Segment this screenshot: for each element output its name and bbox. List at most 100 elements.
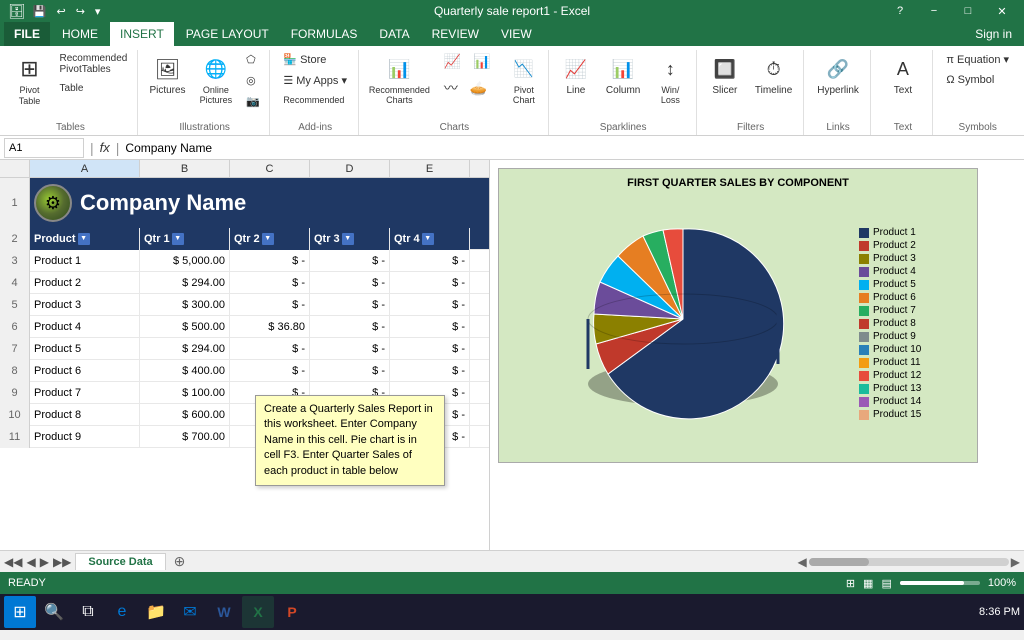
cell-qtr3-4[interactable]: $ - (310, 272, 390, 294)
scroll-thumb[interactable] (809, 558, 869, 566)
row-7[interactable]: 7 Product 5 $ 294.00 $ - $ - $ - (0, 338, 489, 360)
tab-insert[interactable]: INSERT (110, 22, 174, 46)
cell-qtr2-6[interactable]: $ 36.80 (230, 316, 310, 338)
header-qtr4[interactable]: Qtr 4 ▼ (390, 228, 470, 250)
cell-qtr2-7[interactable]: $ - (230, 338, 310, 360)
tab-view[interactable]: VIEW (491, 22, 542, 46)
view-normal[interactable]: ⊞ (846, 577, 855, 590)
tab-review[interactable]: REVIEW (422, 22, 489, 46)
cell-qtr4-7[interactable]: $ - (390, 338, 470, 360)
customize-btn[interactable]: ▾ (92, 3, 104, 20)
cell-product-7[interactable]: Product 5 (30, 338, 140, 360)
hyperlink-btn[interactable]: 🔗 Hyperlink (812, 50, 864, 99)
tab-formulas[interactable]: FORMULAS (281, 22, 368, 46)
cell-product-10[interactable]: Product 8 (30, 404, 140, 426)
sheet-nav-next[interactable]: ▶ (40, 555, 49, 569)
qtr1-filter-btn[interactable]: ▼ (172, 233, 184, 245)
cell-qtr1-9[interactable]: $ 100.00 (140, 382, 230, 404)
cell-qtr1-6[interactable]: $ 500.00 (140, 316, 230, 338)
pictures-btn[interactable]: 🖼 Pictures (144, 50, 190, 99)
formula-input[interactable] (125, 141, 1020, 155)
row-3[interactable]: 3 Product 1 $ 5,000.00 $ - $ - $ - (0, 250, 489, 272)
word-btn[interactable]: W (208, 596, 240, 628)
scroll-track[interactable] (809, 558, 1009, 566)
col-b-header[interactable]: B (140, 160, 230, 177)
store-btn[interactable]: 🏪 Store (278, 50, 352, 69)
cell-qtr4-6[interactable]: $ - (390, 316, 470, 338)
cell-qtr1-3[interactable]: $ 5,000.00 (140, 250, 230, 272)
tab-home[interactable]: HOME (52, 22, 108, 46)
cell-qtr1-8[interactable]: $ 400.00 (140, 360, 230, 382)
tab-data[interactable]: DATA (369, 22, 419, 46)
cell-qtr3-7[interactable]: $ - (310, 338, 390, 360)
equation-btn[interactable]: π Equation ▾ (941, 50, 1014, 69)
ppt-btn[interactable]: P (276, 596, 308, 628)
row-6[interactable]: 6 Product 4 $ 500.00 $ 36.80 $ - $ - (0, 316, 489, 338)
header-qtr3[interactable]: Qtr 3 ▼ (310, 228, 390, 250)
recommended-pivottables-btn[interactable]: RecommendedPivotTables (55, 50, 133, 78)
search-btn[interactable]: 🔍 (38, 596, 70, 628)
col-chart-btn[interactable]: 📊 (468, 50, 495, 73)
chart-container[interactable]: FIRST QUARTER SALES BY COMPONENT (498, 168, 978, 463)
undo-btn[interactable]: ↩ (53, 3, 68, 20)
sheet-nav-left[interactable]: ◀◀ (4, 555, 22, 569)
online-pictures-btn[interactable]: 🌐 OnlinePictures (195, 50, 238, 108)
tab-page-layout[interactable]: PAGE LAYOUT (176, 22, 279, 46)
cell-qtr2-5[interactable]: $ - (230, 294, 310, 316)
line-chart-btn[interactable]: 〰 (439, 75, 463, 101)
recommended-charts-btn[interactable]: 📊 RecommendedCharts (364, 50, 435, 108)
h-scroll[interactable]: ◀ ▶ (798, 555, 1024, 569)
col-c-header[interactable]: C (230, 160, 310, 177)
cell-qtr4-5[interactable]: $ - (390, 294, 470, 316)
cell-qtr1-5[interactable]: $ 300.00 (140, 294, 230, 316)
recommended-apps-btn[interactable]: Recommended (278, 92, 352, 108)
cell-product-3[interactable]: Product 1 (30, 250, 140, 272)
slicer-btn[interactable]: 🔲 Slicer (704, 50, 746, 99)
line-sparkline-btn[interactable]: 📈 Line (555, 50, 597, 99)
cell-product-11[interactable]: Product 9 (30, 426, 140, 448)
cell-product-6[interactable]: Product 4 (30, 316, 140, 338)
start-btn[interactable]: ⊞ (4, 596, 36, 628)
save-quick-btn[interactable]: 💾 (30, 3, 50, 20)
cell-product-9[interactable]: Product 7 (30, 382, 140, 404)
sheet-nav-right[interactable]: ▶▶ (53, 555, 71, 569)
cell-product-4[interactable]: Product 2 (30, 272, 140, 294)
tab-file[interactable]: FILE (4, 22, 50, 46)
redo-btn[interactable]: ↪ (73, 3, 88, 20)
sheet-nav-prev[interactable]: ◀ (26, 555, 35, 569)
excel-taskbar-btn[interactable]: X (242, 596, 274, 628)
minimize-btn[interactable]: − (920, 3, 948, 19)
cell-qtr3-8[interactable]: $ - (310, 360, 390, 382)
scroll-left-btn[interactable]: ◀ (798, 555, 807, 569)
cell-qtr4-3[interactable]: $ - (390, 250, 470, 272)
mail-btn[interactable]: ✉ (174, 596, 206, 628)
maximize-btn[interactable]: □ (954, 3, 982, 19)
cell-qtr1-4[interactable]: $ 294.00 (140, 272, 230, 294)
shapes-btn[interactable]: ⬠ (241, 50, 265, 69)
help-btn[interactable]: ? (886, 3, 914, 19)
myapps-btn[interactable]: ☰ My Apps ▾ (278, 71, 352, 90)
cell-qtr2-8[interactable]: $ - (230, 360, 310, 382)
qtr4-filter-btn[interactable]: ▼ (422, 233, 434, 245)
cell-qtr4-4[interactable]: $ - (390, 272, 470, 294)
symbol-btn[interactable]: Ω Symbol (941, 71, 1014, 89)
sign-in-btn[interactable]: Sign in (967, 27, 1020, 41)
header-qtr2[interactable]: Qtr 2 ▼ (230, 228, 310, 250)
task-view-btn[interactable]: ⧉ (72, 596, 104, 628)
folder-btn[interactable]: 📁 (140, 596, 172, 628)
bar-chart-btn[interactable]: 📈 (439, 50, 466, 73)
cell-qtr2-4[interactable]: $ - (230, 272, 310, 294)
cell-qtr1-7[interactable]: $ 294.00 (140, 338, 230, 360)
text-btn[interactable]: A Text (882, 50, 924, 99)
row-5[interactable]: 5 Product 3 $ 300.00 $ - $ - $ - (0, 294, 489, 316)
table-btn[interactable]: Table (55, 80, 133, 97)
view-layout[interactable]: ▦ (863, 577, 873, 590)
cell-qtr1-11[interactable]: $ 700.00 (140, 426, 230, 448)
col-e-header[interactable]: E (390, 160, 470, 177)
cell-a1[interactable]: ⚙ Company Name (30, 178, 489, 228)
smartart-btn[interactable]: ◎ (241, 71, 265, 90)
zoom-slider[interactable] (900, 581, 980, 585)
column-sparkline-btn[interactable]: 📊 Column (601, 50, 645, 99)
close-btn[interactable]: ✕ (988, 3, 1016, 19)
pivottable-btn[interactable]: ⊞ PivotTable (9, 50, 51, 110)
